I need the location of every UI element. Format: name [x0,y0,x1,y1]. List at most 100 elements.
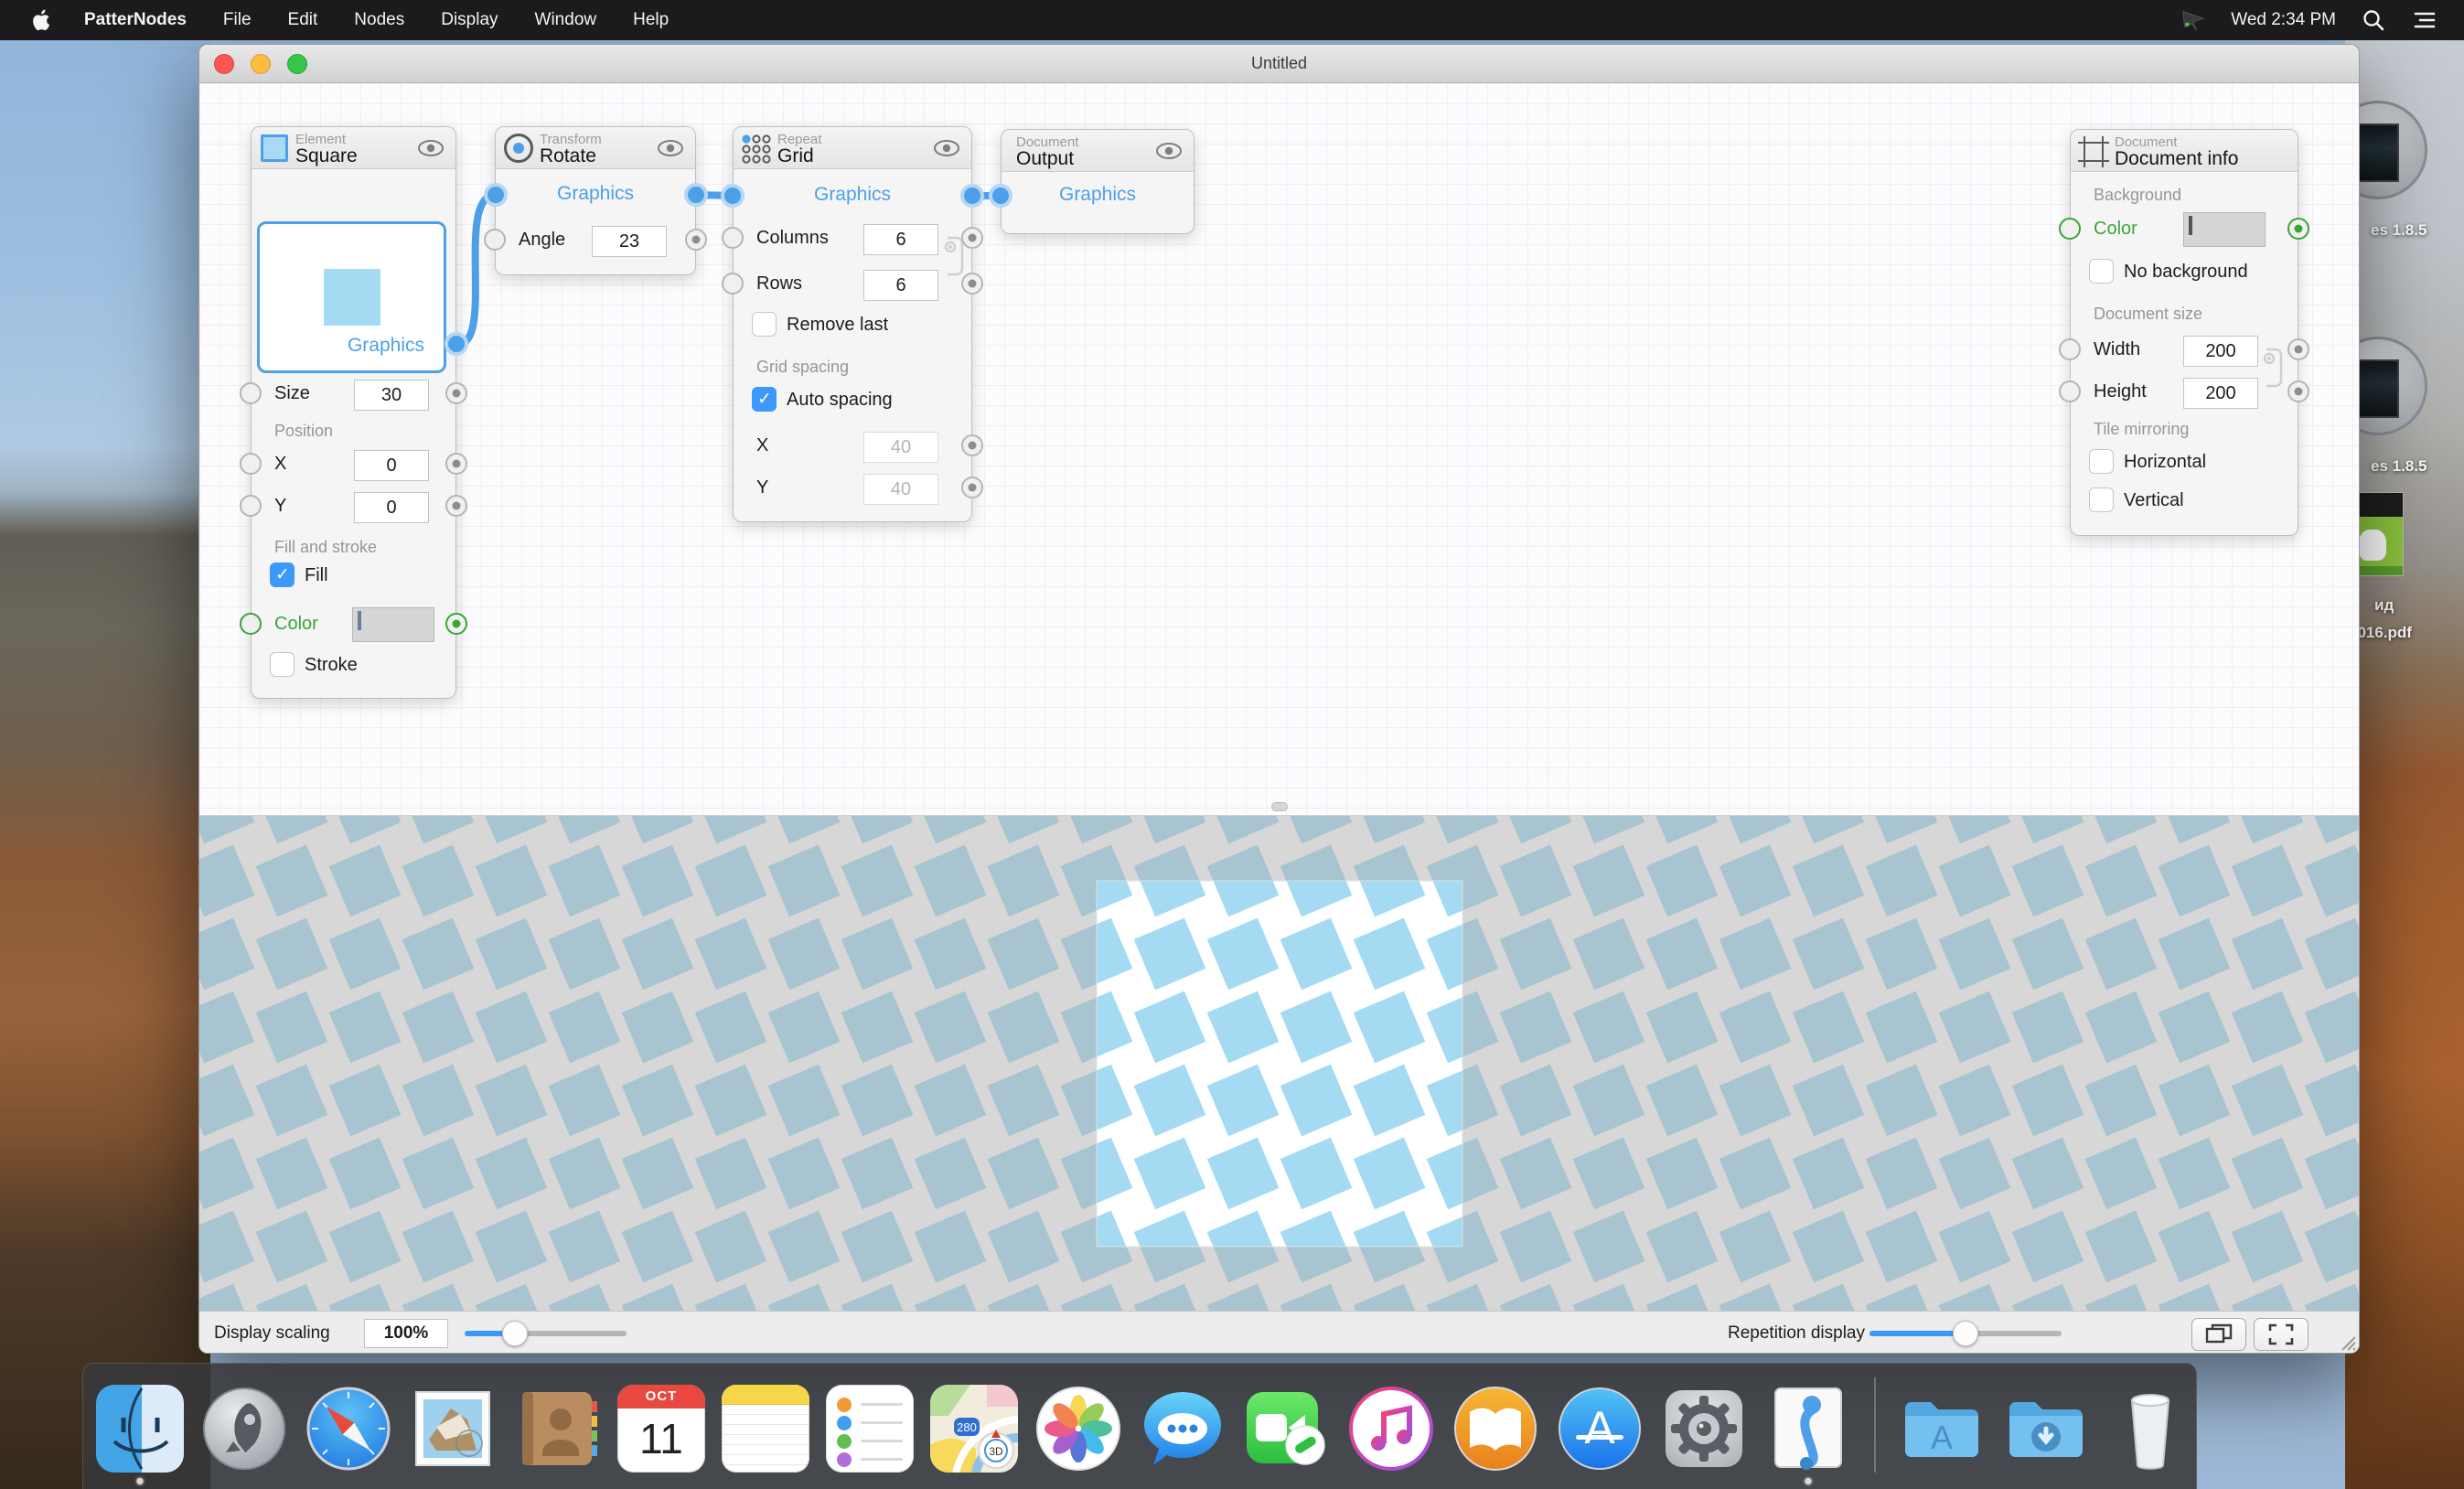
input-port[interactable] [722,273,744,295]
node-editor-canvas[interactable]: Element Square Graphics Size Position [199,83,2360,815]
tile-view-button[interactable] [2191,1318,2246,1351]
output-port[interactable] [685,229,707,251]
spacing-x-input[interactable] [863,432,938,463]
output-port[interactable] [961,434,983,456]
visibility-eye-icon[interactable] [1155,142,1183,160]
dock-maps-icon[interactable]: 280 3D [930,1385,1018,1473]
dock-trash-icon[interactable] [2106,1385,2194,1473]
visibility-eye-icon[interactable] [657,139,684,157]
dock-contacts-icon[interactable] [513,1385,601,1473]
display-scaling-slider[interactable] [465,1331,627,1336]
node-output[interactable]: Document Output Graphics [1001,129,1195,234]
menu-window[interactable]: Window [535,10,597,30]
link-values-icon[interactable] [2261,344,2285,391]
spotlight-search-icon[interactable] [2362,8,2385,32]
display-scaling-value[interactable]: 100% [364,1319,448,1348]
graphics-output-label[interactable]: Graphics [252,335,455,357]
fullscreen-preview-button[interactable] [2254,1318,2309,1351]
dock-app-store-icon[interactable]: A [1556,1385,1644,1473]
dock-finder-icon[interactable] [96,1385,184,1473]
dock-mail-icon[interactable] [409,1385,497,1473]
color-input-port[interactable] [2059,218,2081,240]
output-port[interactable] [961,477,983,498]
color-input-port[interactable] [240,613,262,635]
stroke-checkbox[interactable] [270,652,295,677]
slider-thumb[interactable] [502,1321,528,1346]
input-port[interactable] [2059,380,2081,402]
dock-launchpad-icon[interactable] [200,1385,288,1473]
node-output-header[interactable]: Document Output [1002,130,1194,172]
window-resize-grip[interactable] [2335,1330,2357,1352]
node-rotate-header[interactable]: Transform Rotate [496,127,695,169]
size-input[interactable] [354,380,429,411]
position-x-input[interactable] [354,450,429,481]
width-input[interactable] [2183,336,2258,367]
output-port[interactable] [2287,380,2309,402]
graphics-io-label[interactable]: Graphics [734,184,971,206]
node-grid[interactable]: Repeat Grid Graphics Columns Rows [733,126,972,522]
dock-photos-icon[interactable] [1034,1385,1122,1473]
notification-center-icon[interactable] [2413,8,2437,32]
color-output-port[interactable] [2287,218,2309,240]
input-port[interactable] [240,495,262,517]
repetition-display-slider[interactable] [1869,1331,2062,1336]
dock-calendar-icon[interactable]: OCT 11 [617,1385,705,1473]
apple-menu-icon[interactable] [31,8,51,32]
vertical-checkbox[interactable] [2089,487,2114,512]
horizontal-checkbox[interactable] [2089,449,2114,474]
input-port[interactable] [240,382,262,404]
desktop-disk-label-2[interactable]: es 1.8.5 [2371,457,2427,476]
output-port[interactable] [445,495,467,517]
output-port[interactable] [445,453,467,475]
background-color-swatch[interactable] [2183,212,2266,247]
node-rotate[interactable]: Transform Rotate Graphics Angle [495,126,696,275]
dock-downloads-folder[interactable] [2002,1385,2090,1473]
angle-input[interactable] [592,226,667,257]
editor-preview-splitter-handle[interactable] [1271,802,1288,811]
desktop-pdf-label-line1[interactable]: ид [2374,596,2394,615]
position-y-input[interactable] [354,492,429,523]
pattern-preview-pane[interactable] [199,815,2360,1311]
graphics-input-label[interactable]: Graphics [1002,184,1194,206]
menu-nodes[interactable]: Nodes [354,10,404,30]
menu-edit[interactable]: Edit [288,10,318,30]
visibility-eye-icon[interactable] [933,139,960,157]
dock-itunes-icon[interactable] [1347,1385,1435,1473]
output-port[interactable] [961,273,983,295]
node-square-header[interactable]: Element Square [252,127,455,169]
fill-color-swatch[interactable] [352,607,434,642]
dock-applications-folder[interactable]: A [1898,1385,1986,1473]
dock-messages-icon[interactable] [1139,1385,1227,1473]
input-port[interactable] [240,453,262,475]
title-bar[interactable]: Untitled [199,45,2359,83]
color-output-port[interactable] [445,613,467,635]
spacing-y-input[interactable] [863,474,938,505]
dock-reminders-icon[interactable] [826,1385,914,1473]
visibility-eye-icon[interactable] [417,139,445,157]
menu-help[interactable]: Help [633,10,669,30]
no-background-checkbox[interactable] [2089,259,2114,284]
menu-display[interactable]: Display [441,10,498,30]
patternodes-menubar-icon[interactable] [2180,6,2207,34]
dock-patternodes-icon[interactable] [1764,1385,1852,1473]
dock-ibooks-icon[interactable] [1452,1385,1539,1473]
menu-clock[interactable]: Wed 2:34 PM [2231,10,2336,30]
menu-file[interactable]: File [223,10,252,30]
menu-app-name[interactable]: PatterNodes [84,10,187,30]
auto-spacing-checkbox[interactable] [752,387,777,412]
desktop-disk-label-1[interactable]: es 1.8.5 [2371,221,2427,240]
height-input[interactable] [2183,378,2258,409]
columns-input[interactable] [863,224,938,255]
input-port[interactable] [722,227,744,249]
slider-thumb[interactable] [1953,1321,1978,1346]
graphics-io-label[interactable]: Graphics [496,183,695,205]
input-port[interactable] [484,229,506,251]
dock-notes-icon[interactable] [722,1385,809,1473]
dock-facetime-icon[interactable] [1243,1385,1331,1473]
node-document-info-header[interactable]: Document Document info [2071,130,2298,172]
rows-input[interactable] [863,270,938,301]
node-square[interactable]: Element Square Graphics Size Position [251,126,456,699]
fill-checkbox[interactable] [270,562,295,587]
node-document-info[interactable]: Document Document info Background Color … [2070,129,2298,536]
output-port[interactable] [445,382,467,404]
